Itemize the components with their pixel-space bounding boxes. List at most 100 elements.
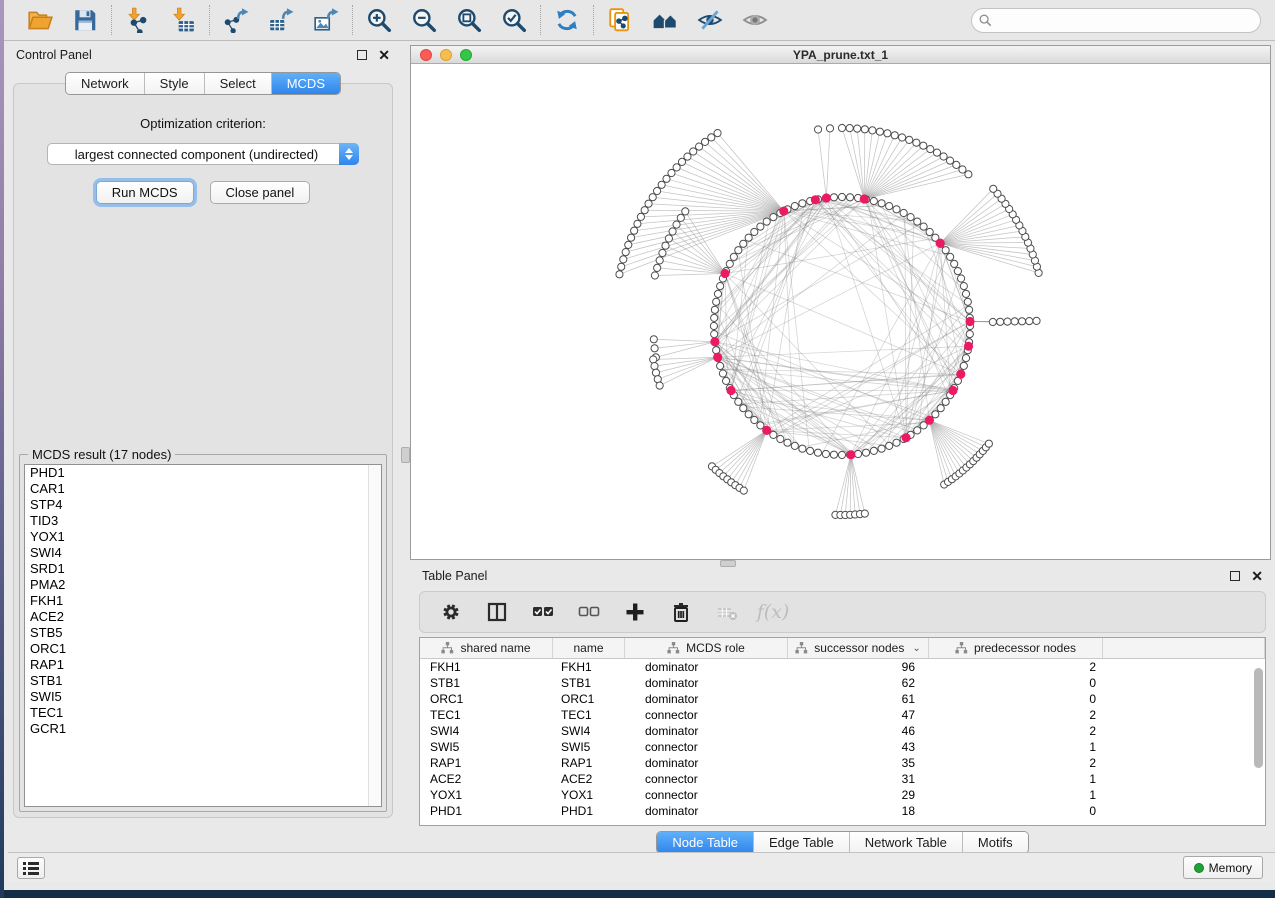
close-window-icon[interactable] [420,49,432,61]
cell-predecessor_nodes[interactable]: 2 [929,723,1103,739]
tab-node-table[interactable]: Node Table [657,832,753,853]
column-header-MCDS-role[interactable]: MCDS role [625,638,788,658]
delete-column-button[interactable] [668,599,694,625]
cell-mcds_role[interactable]: dominator [625,659,788,675]
float-panel-icon[interactable] [357,50,367,60]
apply-layout-button[interactable] [553,6,581,34]
select-all-columns-button[interactable] [530,599,556,625]
mcds-result-item[interactable]: TID3 [25,513,381,529]
cell-predecessor_nodes[interactable]: 1 [929,771,1103,787]
table-row[interactable]: RAP1RAP1dominator352 [420,755,1265,771]
show-graphics-details-button[interactable] [741,6,769,34]
table-row[interactable]: ACE2ACE2connector311 [420,771,1265,787]
mcds-result-item[interactable]: ACE2 [25,609,381,625]
column-header-predecessor-nodes[interactable]: predecessor nodes [929,638,1103,658]
open-session-button[interactable] [26,6,54,34]
cell-name[interactable]: STB1 [553,675,625,691]
cell-mcds_role[interactable]: dominator [625,691,788,707]
cell-shared_name[interactable]: FKH1 [420,659,553,675]
mcds-result-item[interactable]: SWI4 [25,545,381,561]
tab-motifs[interactable]: Motifs [962,832,1028,853]
cell-predecessor_nodes[interactable]: 0 [929,691,1103,707]
cell-predecessor_nodes[interactable]: 1 [929,787,1103,803]
cell-mcds_role[interactable]: connector [625,739,788,755]
cell-name[interactable]: FKH1 [553,659,625,675]
float-table-panel-icon[interactable] [1230,571,1240,581]
table-row[interactable]: SWI4SWI4dominator462 [420,723,1265,739]
table-row[interactable]: FKH1FKH1dominator962 [420,659,1265,675]
mcds-result-item[interactable]: FKH1 [25,593,381,609]
cell-successor_nodes[interactable]: 62 [788,675,929,691]
save-session-button[interactable] [71,6,99,34]
mcds-result-item[interactable]: GCR1 [25,721,381,737]
table-settings-gear-button[interactable] [438,599,464,625]
column-header-name[interactable]: name [553,638,625,658]
cell-mcds_role[interactable]: connector [625,771,788,787]
horizontal-splitter-handle[interactable] [720,560,736,567]
mcds-result-item[interactable]: STB1 [25,673,381,689]
cell-predecessor_nodes[interactable]: 0 [929,675,1103,691]
run-mcds-button[interactable]: Run MCDS [96,181,194,204]
cell-successor_nodes[interactable]: 61 [788,691,929,707]
cell-mcds_role[interactable]: connector [625,707,788,723]
mcds-result-item[interactable]: ORC1 [25,641,381,657]
table-row[interactable]: STB1STB1dominator620 [420,675,1265,691]
table-scrollbar-thumb[interactable] [1254,668,1263,768]
task-history-button[interactable] [17,857,45,879]
cell-name[interactable]: SWI4 [553,723,625,739]
table-row[interactable]: PHD1PHD1dominator180 [420,803,1265,819]
close-table-panel-icon[interactable]: ✕ [1251,571,1263,581]
cell-shared_name[interactable]: YOX1 [420,787,553,803]
new-network-from-selection-button[interactable] [606,6,634,34]
minimize-window-icon[interactable] [440,49,452,61]
tab-select[interactable]: Select [204,73,271,94]
mcds-result-item[interactable]: PMA2 [25,577,381,593]
maximize-window-icon[interactable] [460,49,472,61]
cell-predecessor_nodes[interactable]: 0 [929,803,1103,819]
zoom-in-button[interactable] [365,6,393,34]
export-table-button[interactable] [267,6,295,34]
cell-successor_nodes[interactable]: 46 [788,723,929,739]
cell-name[interactable]: RAP1 [553,755,625,771]
cell-shared_name[interactable]: ACE2 [420,771,553,787]
cell-name[interactable]: YOX1 [553,787,625,803]
mcds-result-item[interactable]: RAP1 [25,657,381,673]
close-panel-button[interactable]: Close panel [210,181,311,204]
cell-mcds_role[interactable]: dominator [625,803,788,819]
cell-name[interactable]: ACE2 [553,771,625,787]
cell-successor_nodes[interactable]: 96 [788,659,929,675]
mcds-result-item[interactable]: STB5 [25,625,381,641]
tab-network[interactable]: Network [66,73,144,94]
mcds-result-item[interactable]: CAR1 [25,481,381,497]
cell-shared_name[interactable]: SWI5 [420,739,553,755]
tab-network-table[interactable]: Network Table [849,832,962,853]
zoom-selected-button[interactable] [500,6,528,34]
table-row[interactable]: SWI5SWI5connector431 [420,739,1265,755]
hide-selected-button[interactable] [696,6,724,34]
vertical-splitter-handle[interactable] [401,447,410,463]
zoom-fit-button[interactable] [455,6,483,34]
search-input[interactable] [971,8,1261,33]
mcds-result-item[interactable]: TEC1 [25,705,381,721]
cell-mcds_role[interactable]: dominator [625,755,788,771]
mcds-result-item[interactable]: SRD1 [25,561,381,577]
memory-button[interactable]: Memory [1183,856,1263,879]
table-row[interactable]: YOX1YOX1connector291 [420,787,1265,803]
cell-shared_name[interactable]: ORC1 [420,691,553,707]
cell-predecessor_nodes[interactable]: 2 [929,707,1103,723]
criterion-dropdown[interactable]: largest connected component (undirected) [47,143,359,165]
cell-name[interactable]: PHD1 [553,803,625,819]
cell-successor_nodes[interactable]: 47 [788,707,929,723]
import-network-button[interactable] [124,6,152,34]
deselect-all-columns-button[interactable] [576,599,602,625]
table-row[interactable]: TEC1TEC1connector472 [420,707,1265,723]
cell-shared_name[interactable]: TEC1 [420,707,553,723]
cell-name[interactable]: SWI5 [553,739,625,755]
cell-mcds_role[interactable]: dominator [625,675,788,691]
export-image-button[interactable] [312,6,340,34]
zoom-out-button[interactable] [410,6,438,34]
tab-mcds[interactable]: MCDS [271,73,340,94]
cell-successor_nodes[interactable]: 31 [788,771,929,787]
create-column-button[interactable] [622,599,648,625]
cell-shared_name[interactable]: PHD1 [420,803,553,819]
